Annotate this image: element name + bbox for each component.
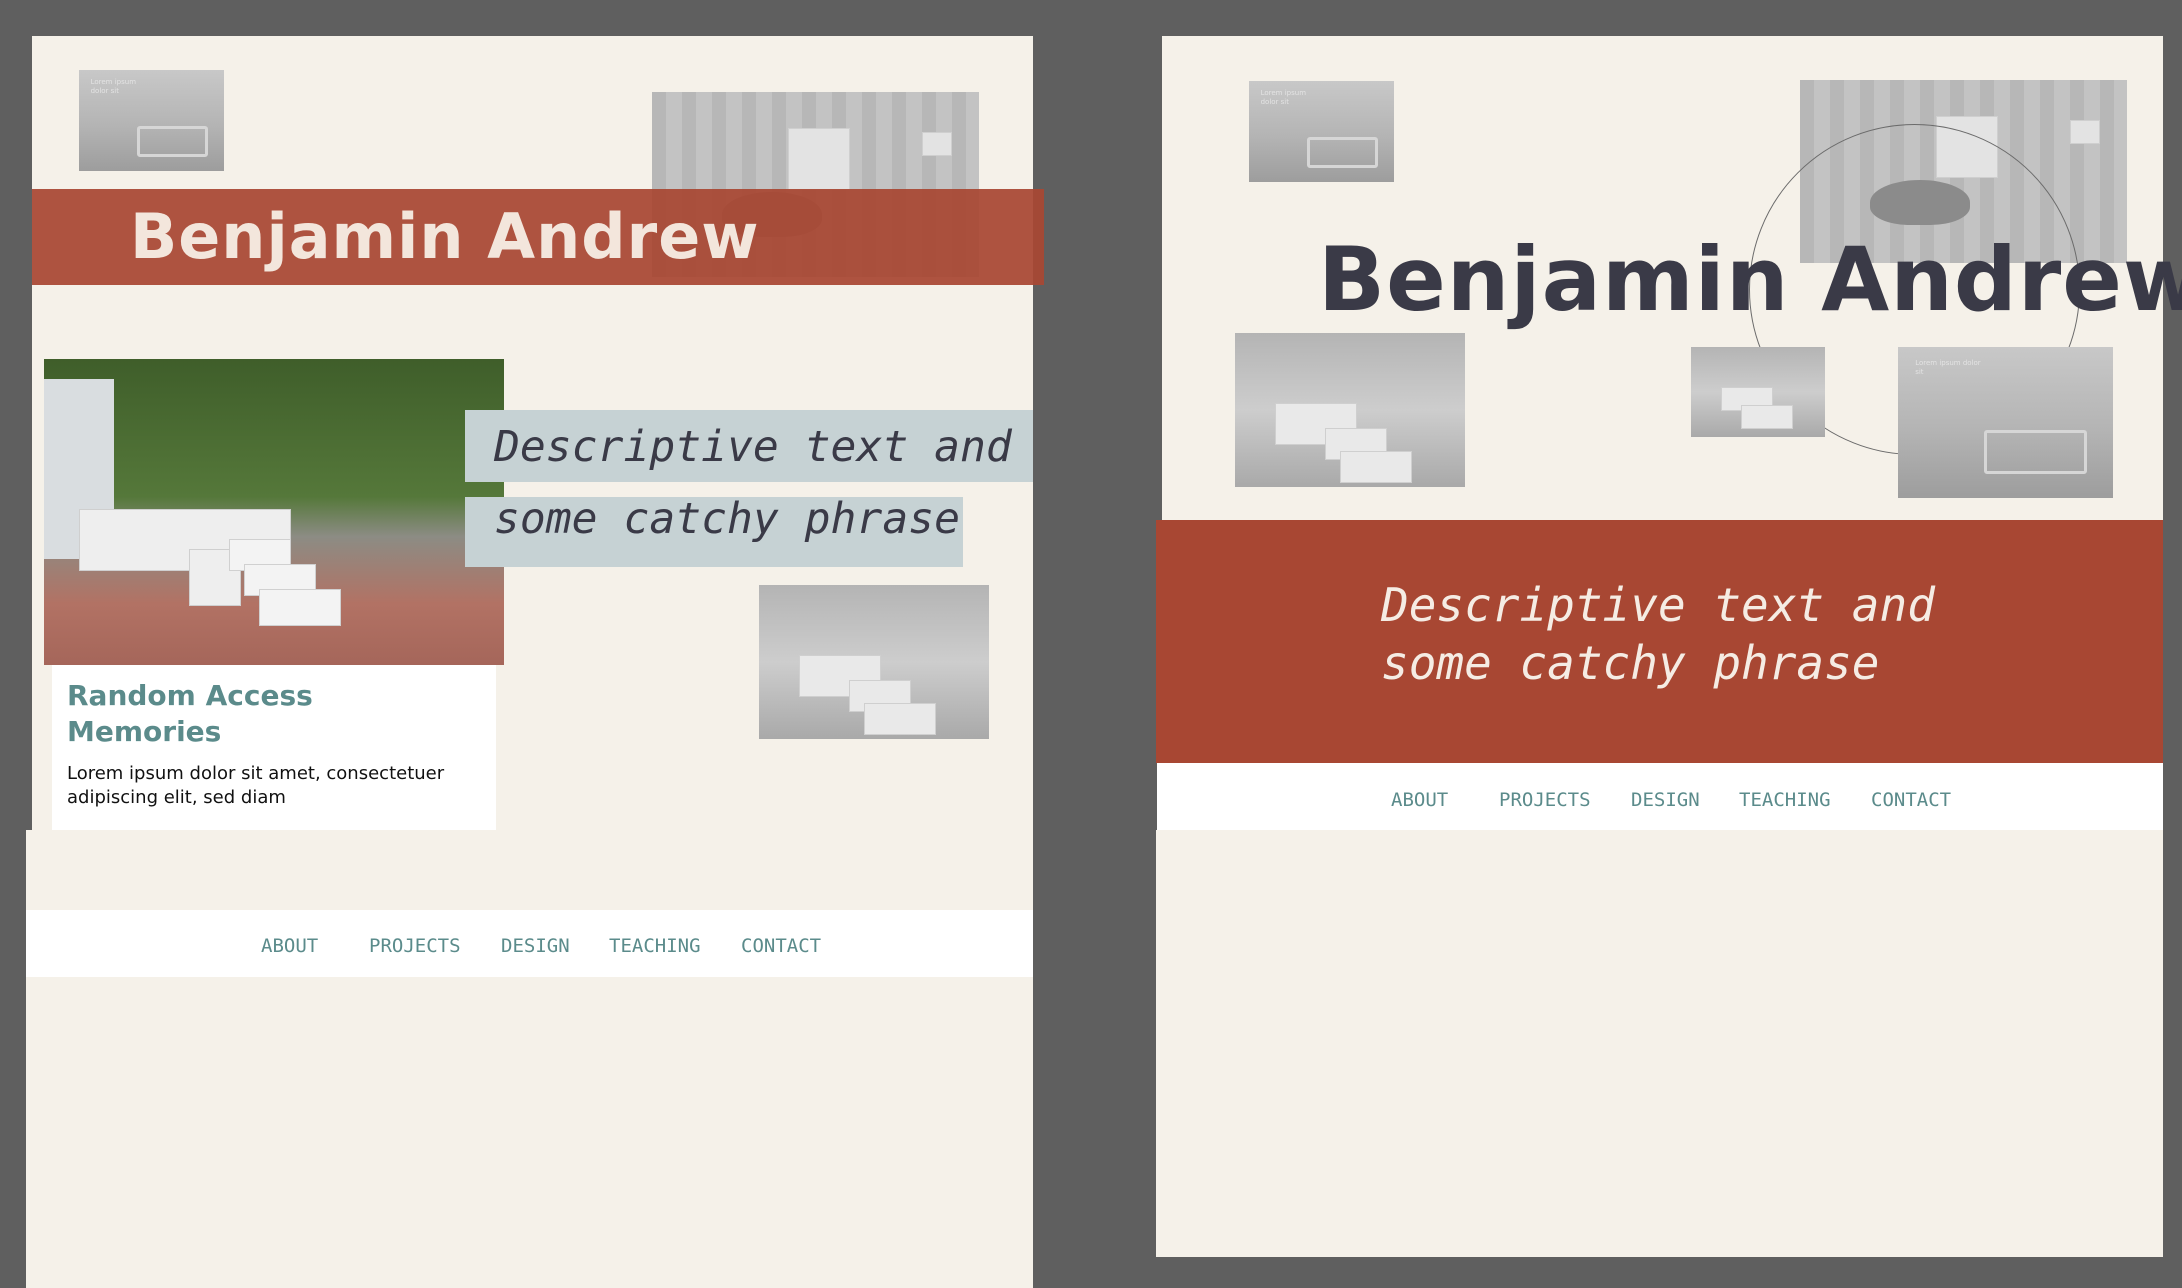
card-body: Lorem ipsum dolor sit amet, consectetuer…: [67, 763, 445, 808]
right-sink-photo: Lorem ipsum dolor sit: [1898, 347, 2113, 498]
right-sink-thumbnail: Lorem ipsum dolor sit: [1249, 81, 1394, 182]
right-nav-projects[interactable]: PROJECTS: [1499, 789, 1591, 811]
right-site-title: Benjamin Andrew: [1318, 228, 2182, 331]
tagline-line-1: Descriptive text and: [494, 422, 1012, 472]
right-tagline-line-1: Descriptive text and: [1381, 578, 1935, 632]
right-page-lower: [1156, 830, 2163, 1257]
left-page-lower: [26, 830, 1033, 1288]
thumbnail-caption: Lorem ipsum dolor sit: [90, 78, 137, 96]
sink-thumbnail: Lorem ipsum dolor sit: [79, 70, 224, 171]
right-tagline-line-2: some catchy phrase: [1381, 636, 1880, 690]
card-title-line-1: Random Access: [67, 679, 313, 712]
site-title: Benjamin Andrew: [130, 200, 760, 273]
nav-contact[interactable]: CONTACT: [741, 935, 821, 957]
right-stairs-photo-large: [1235, 333, 1465, 487]
right-nav-design[interactable]: DESIGN: [1631, 789, 1700, 811]
nav-projects[interactable]: PROJECTS: [369, 935, 461, 957]
stairs-gray-photo: [759, 585, 989, 739]
nav-teaching[interactable]: TEACHING: [609, 935, 701, 957]
nav-about[interactable]: ABOUT: [261, 935, 318, 957]
right-stairs-photo-small: [1691, 347, 1825, 437]
right-nav-teaching[interactable]: TEACHING: [1739, 789, 1831, 811]
right-thumbnail-caption: Lorem ipsum dolor sit: [1260, 89, 1307, 107]
nav-design[interactable]: DESIGN: [501, 935, 570, 957]
card-title-line-2: Memories: [67, 715, 222, 748]
right-nav-about[interactable]: ABOUT: [1391, 789, 1448, 811]
right-nav-contact[interactable]: CONTACT: [1871, 789, 1951, 811]
right-sink-photo-caption: Lorem ipsum dolor sit: [1915, 359, 1981, 377]
tagline-line-2: some catchy phrase: [494, 494, 960, 544]
stairs-planter-photo: [44, 359, 504, 665]
